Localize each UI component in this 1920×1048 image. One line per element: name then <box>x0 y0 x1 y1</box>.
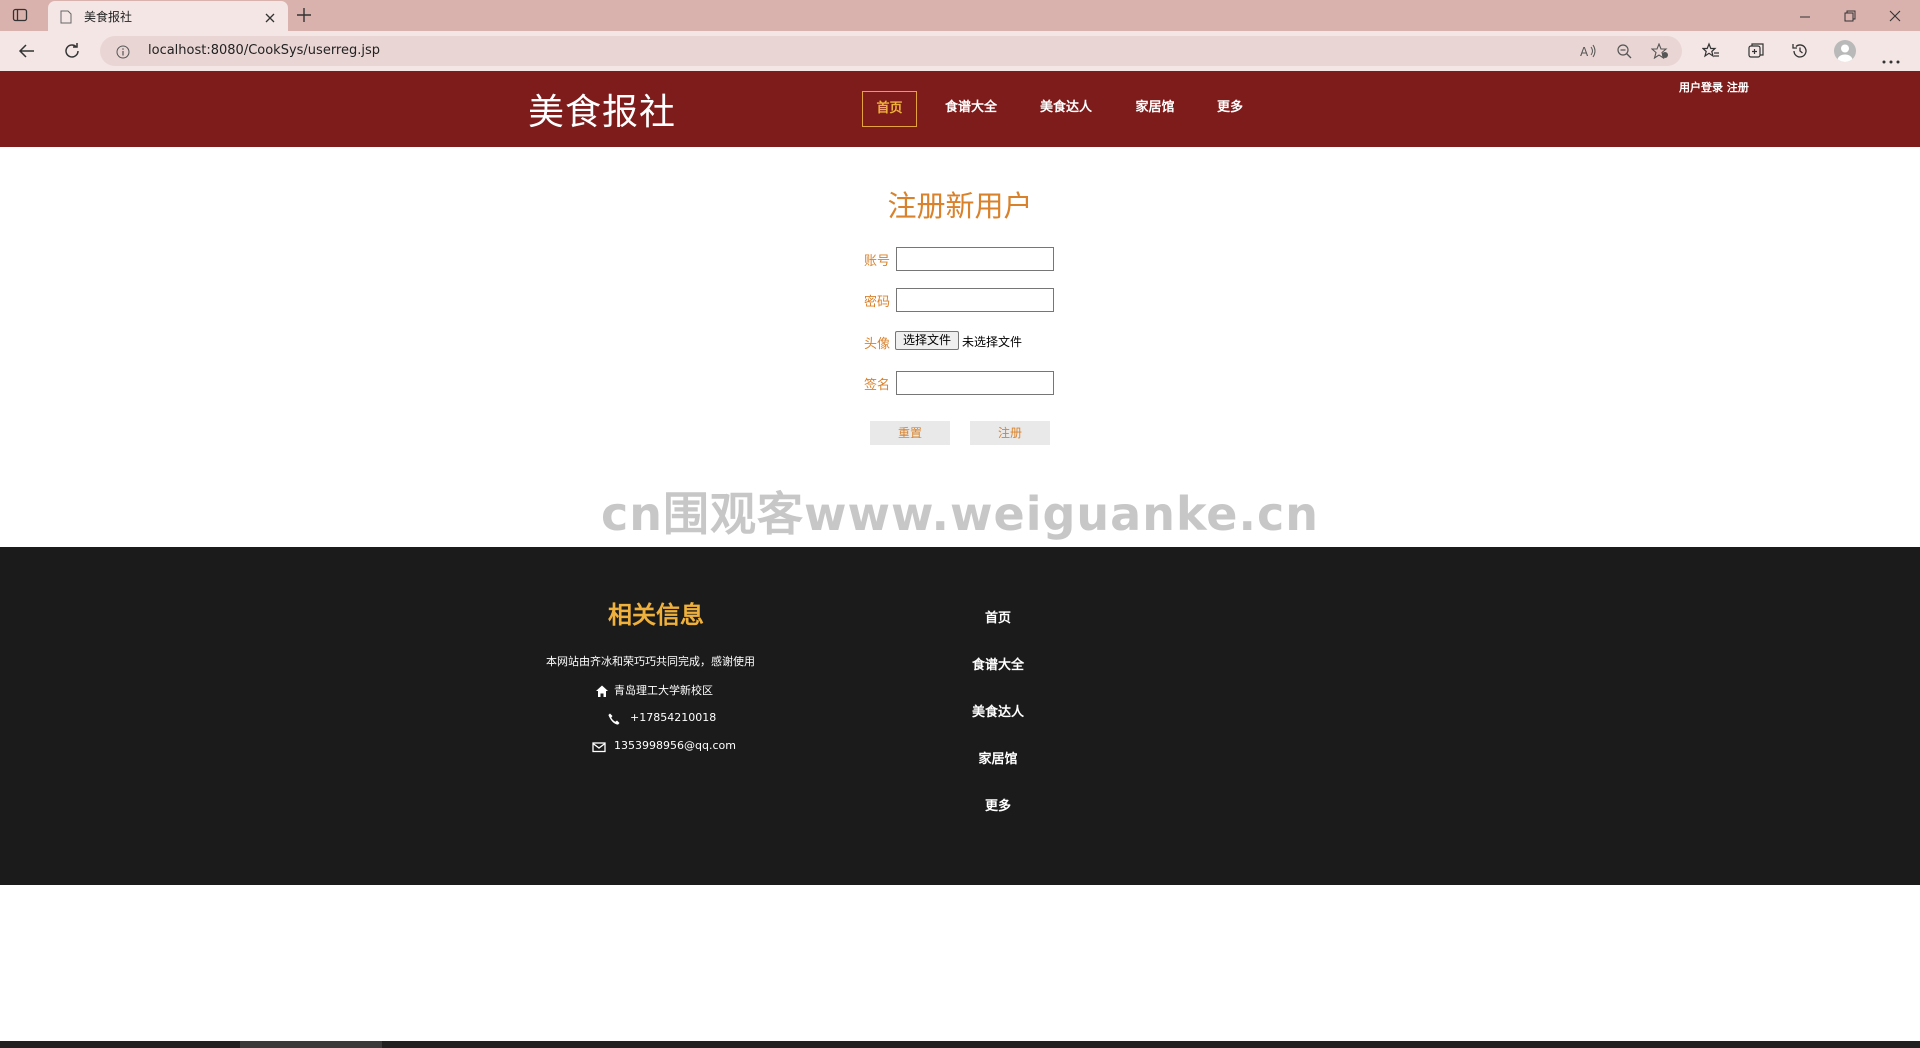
browser-toolbar: localhost:8080/CookSys/userreg.jsp A <box>0 31 1920 71</box>
account-label: 账号 <box>864 254 891 269</box>
address-bar[interactable]: localhost:8080/CookSys/userreg.jsp A <box>100 36 1682 66</box>
refresh-icon[interactable] <box>63 42 81 60</box>
nav-more[interactable]: 更多 <box>1210 91 1250 127</box>
add-favorite-icon[interactable] <box>1650 42 1669 60</box>
signature-input[interactable] <box>896 371 1054 395</box>
envelope-icon <box>592 739 606 753</box>
restore-icon[interactable] <box>1843 8 1857 22</box>
nav-recipes[interactable]: 食谱大全 <box>936 91 1006 127</box>
new-tab-icon[interactable] <box>296 7 312 23</box>
nav-home[interactable]: 首页 <box>862 91 917 127</box>
home-icon <box>595 683 609 697</box>
file-status-text: 未选择文件 <box>962 335 1023 349</box>
footer-address: 青岛理工大学新校区 <box>614 684 713 697</box>
footer-email: 1353998956@qq.com <box>614 739 736 752</box>
password-label: 密码 <box>864 295 891 310</box>
footer-link-more[interactable]: 更多 <box>938 795 1058 814</box>
browser-tab-active[interactable]: 美食报社 <box>48 1 288 31</box>
close-tab-icon[interactable] <box>264 9 276 23</box>
footer-link-recipes[interactable]: 食谱大全 <box>938 654 1058 673</box>
minimize-icon[interactable] <box>1798 9 1812 23</box>
close-window-icon[interactable] <box>1888 8 1902 22</box>
svg-text:A: A <box>1580 45 1589 59</box>
phone-icon <box>607 711 621 725</box>
footer-heading: 相关信息 <box>608 601 704 629</box>
footer-link-home[interactable]: 首页 <box>938 607 1058 626</box>
avatar-label: 头像 <box>864 337 891 352</box>
site-info-icon[interactable] <box>116 44 130 59</box>
nav-food-experts[interactable]: 美食达人 <box>1031 91 1101 127</box>
url-text[interactable]: localhost:8080/CookSys/userreg.jsp <box>148 43 380 58</box>
tab-actions-icon[interactable] <box>12 7 34 25</box>
more-options-icon[interactable] <box>1882 49 1900 64</box>
nav-home-living[interactable]: 家居馆 <box>1125 91 1185 127</box>
tab-title: 美食报社 <box>84 10 133 24</box>
favorites-icon[interactable] <box>1701 42 1720 60</box>
login-register-links[interactable]: 用户登录 注册 <box>1679 79 1749 95</box>
choose-file-button[interactable]: 选择文件 <box>895 331 959 350</box>
reset-button[interactable]: 重置 <box>870 421 950 445</box>
footer-link-food-experts[interactable]: 美食达人 <box>938 701 1058 720</box>
footer-description: 本网站由齐冰和荣巧巧共同完成，感谢使用 <box>546 655 755 668</box>
site-header: 美食报社 首页 食谱大全 美食达人 家居馆 更多 用户登录 注册 <box>0 71 1920 147</box>
collections-icon[interactable] <box>1747 42 1765 60</box>
register-button[interactable]: 注册 <box>970 421 1050 445</box>
back-arrow-icon[interactable] <box>18 42 36 60</box>
browser-tab-bar: 美食报社 <box>0 0 1920 31</box>
profile-avatar-icon[interactable] <box>1834 40 1856 62</box>
site-footer: 相关信息 本网站由齐冰和荣巧巧共同完成，感谢使用 青岛理工大学新校区 +1785… <box>0 547 1920 885</box>
site-logo[interactable]: 美食报社 <box>528 83 676 135</box>
account-input[interactable] <box>896 247 1054 271</box>
os-taskbar <box>0 1041 1920 1048</box>
footer-link-home-living[interactable]: 家居馆 <box>938 748 1058 767</box>
password-input[interactable] <box>896 288 1054 312</box>
footer-phone: +17854210018 <box>630 711 717 724</box>
history-icon[interactable] <box>1791 42 1809 60</box>
page-title: 注册新用户 <box>887 189 1033 223</box>
page-icon <box>60 9 72 24</box>
read-aloud-icon[interactable]: A <box>1580 43 1598 59</box>
taskbar-app-button[interactable] <box>240 1041 382 1048</box>
watermark-text: cn围观客www.weiguanke.cn <box>600 487 1319 541</box>
signature-label: 签名 <box>864 378 891 393</box>
zoom-out-icon[interactable] <box>1616 43 1632 59</box>
